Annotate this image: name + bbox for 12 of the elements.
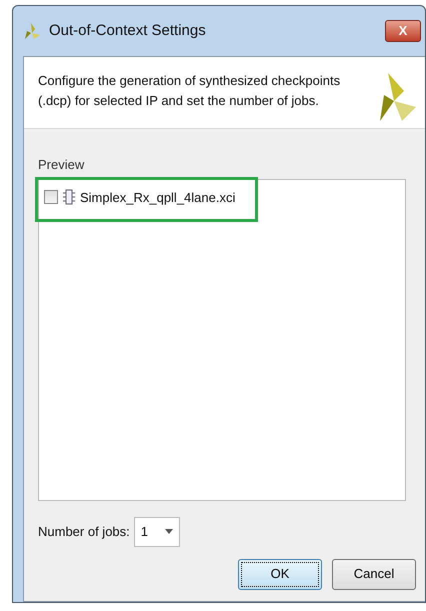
preview-label: Preview bbox=[38, 156, 86, 174]
jobs-dropdown[interactable]: 1 bbox=[134, 516, 180, 546]
ok-button[interactable]: OK bbox=[238, 558, 322, 590]
checkbox[interactable] bbox=[44, 190, 58, 204]
jobs-label: Number of jobs: bbox=[38, 522, 130, 541]
window-title: Out-of-Context Settings bbox=[49, 20, 206, 41]
caret-icon bbox=[164, 529, 173, 534]
description-text: Configure the generation of synthesized checkpoints (.dcp) for selected IP and set the number of jobs. bbox=[38, 72, 342, 110]
cancel-button[interactable]: Cancel bbox=[332, 558, 416, 590]
chip-icon bbox=[62, 189, 76, 206]
file-name[interactable]: Simplex_Rx_qpll_4lane.xci bbox=[80, 188, 236, 207]
logo-icon bbox=[23, 22, 41, 40]
